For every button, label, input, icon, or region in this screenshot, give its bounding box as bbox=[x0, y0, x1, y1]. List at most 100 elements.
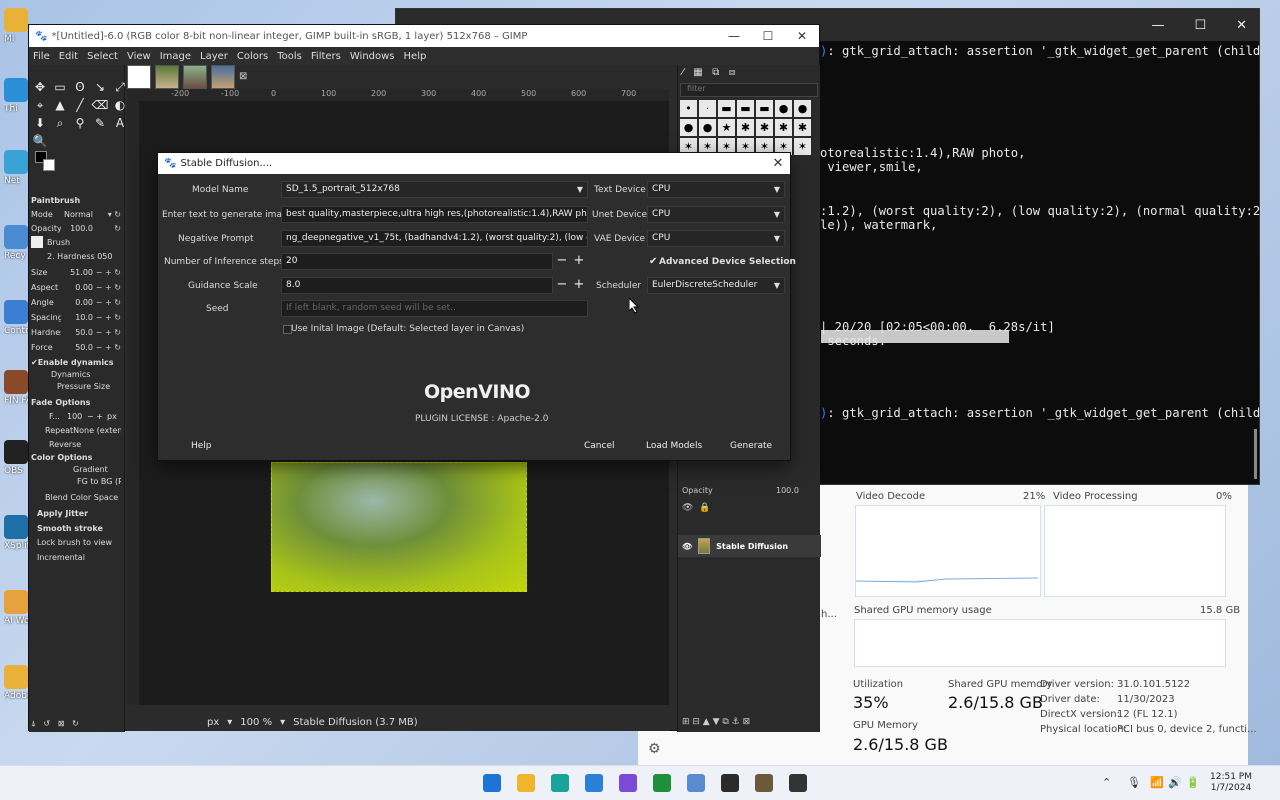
menu-image[interactable]: Image bbox=[160, 51, 191, 62]
taskbar-xbox-icon[interactable] bbox=[653, 774, 671, 792]
fade-length-row[interactable]: F... 100− + px bbox=[31, 409, 121, 423]
maximize-icon[interactable]: ☐ bbox=[1194, 18, 1206, 33]
tool-icon[interactable]: ⬇ bbox=[31, 115, 49, 131]
unet-device-select[interactable]: CPU ▼ bbox=[647, 206, 785, 223]
taskbar-app-purple-icon[interactable] bbox=[619, 774, 637, 792]
incremental-checkbox[interactable]: Incremental bbox=[31, 550, 121, 564]
advanced-check-icon[interactable]: ✔ bbox=[649, 256, 657, 267]
unit-select[interactable]: px bbox=[207, 717, 219, 728]
chevron-up-icon[interactable]: ⌃ bbox=[1102, 776, 1111, 789]
tool-icon[interactable]: ↘ bbox=[91, 79, 109, 95]
menu-tools[interactable]: Tools bbox=[277, 51, 302, 62]
dynamics-value[interactable]: Pressure Size bbox=[31, 379, 121, 393]
blend-color-space[interactable]: Blend Color Space P... bbox=[31, 490, 121, 504]
tool-icon[interactable]: ⌫ bbox=[91, 97, 109, 113]
dock-tabs[interactable]: ⁄ ▦ ⧉ ⧈ bbox=[682, 67, 735, 78]
brush-swatch[interactable]: ● bbox=[699, 119, 716, 136]
clock[interactable]: 12:51 PM 1/7/2024 bbox=[1210, 772, 1252, 794]
smooth-stroke-checkbox[interactable]: Smooth stroke bbox=[31, 521, 121, 535]
tool-icon[interactable]: ▭ bbox=[51, 79, 69, 95]
brush-value[interactable]: 2. Hardness 050 bbox=[31, 249, 121, 263]
menu-layer[interactable]: Layer bbox=[200, 51, 228, 62]
lock-brush-checkbox[interactable]: Lock brush to view bbox=[31, 535, 121, 549]
steps-decrement-button[interactable]: − bbox=[555, 253, 569, 270]
hardness-row[interactable]: Hardness50.0− + ↻ bbox=[31, 325, 121, 339]
brush-swatch[interactable]: ✶ bbox=[794, 138, 811, 155]
taskbar-explorer-icon[interactable] bbox=[517, 774, 535, 792]
visibility-icon[interactable]: 👁 bbox=[682, 542, 692, 551]
zoom-dropdown-icon[interactable]: ▾ bbox=[280, 717, 285, 728]
prompt-input[interactable]: best quality,masterpiece,ultra high res,… bbox=[281, 206, 588, 223]
seed-input[interactable]: If left blank, random seed will be set.. bbox=[281, 300, 588, 317]
gradient-value[interactable]: FG to BG (R bbox=[31, 474, 121, 488]
unit-dropdown-icon[interactable]: ▾ bbox=[227, 717, 232, 728]
image-tab-3[interactable] bbox=[211, 65, 235, 89]
vae-device-select[interactable]: CPU ▼ bbox=[647, 230, 785, 247]
repeat-row[interactable]: RepeatNone (extend bbox=[31, 423, 121, 437]
taskbar-start-icon[interactable] bbox=[483, 774, 501, 792]
layers-opacity-value[interactable]: 100.0 bbox=[776, 486, 799, 495]
steps-increment-button[interactable]: + bbox=[572, 253, 586, 270]
brush-swatch[interactable]: ✱ bbox=[737, 119, 754, 136]
menu-colors[interactable]: Colors bbox=[237, 51, 268, 62]
battery-icon[interactable]: 🔋 bbox=[1186, 776, 1200, 789]
brush-swatch[interactable]: ✱ bbox=[794, 119, 811, 136]
volume-icon[interactable]: 🔊 bbox=[1168, 776, 1182, 789]
brush-swatch[interactable]: ★ bbox=[718, 119, 735, 136]
close-icon[interactable]: ✕ bbox=[766, 156, 790, 171]
menu-filters[interactable]: Filters bbox=[311, 51, 341, 62]
close-tab-icon[interactable]: ⊠ bbox=[239, 65, 251, 89]
canvas-image[interactable] bbox=[271, 462, 527, 592]
taskbar-edge-icon[interactable] bbox=[551, 774, 569, 792]
load-models-button[interactable]: Load Models bbox=[646, 441, 702, 451]
tool-icon[interactable]: ✥ bbox=[31, 79, 49, 95]
brush-swatch[interactable]: ▬ bbox=[718, 100, 735, 117]
advanced-device-selection-label[interactable]: Advanced Device Selection bbox=[659, 257, 796, 267]
gear-icon[interactable]: ⚙ bbox=[648, 741, 661, 757]
steps-input[interactable]: 20 bbox=[281, 253, 553, 270]
brush-filter-input[interactable]: filter bbox=[680, 83, 818, 97]
close-icon[interactable]: ✕ bbox=[1236, 18, 1247, 33]
tool-icon[interactable]: ▲ bbox=[51, 97, 69, 113]
guidance-input[interactable]: 8.0 bbox=[281, 277, 553, 294]
terminal-scrollbar[interactable] bbox=[1254, 429, 1257, 479]
menu-help[interactable]: Help bbox=[404, 51, 427, 62]
text-device-select[interactable]: CPU ▼ bbox=[647, 181, 785, 198]
fade-options-toggle[interactable]: Fade Options bbox=[31, 395, 121, 409]
force-row[interactable]: Force 50.0− + ↻ bbox=[31, 340, 121, 354]
menu-select[interactable]: Select bbox=[87, 51, 118, 62]
aspect-row[interactable]: Aspect ...0.00− + ↻ bbox=[31, 280, 121, 294]
tool-icon[interactable]: ⚲ bbox=[71, 115, 89, 131]
brush-swatch[interactable]: ● bbox=[794, 100, 811, 117]
image-tab-1[interactable] bbox=[155, 65, 179, 89]
image-tab-blank[interactable] bbox=[127, 65, 151, 89]
tool-icon[interactable]: ╱ bbox=[71, 97, 89, 113]
guidance-increment-button[interactable]: + bbox=[572, 277, 586, 294]
layer-lock-icons[interactable]: 👁 🔒 bbox=[682, 503, 710, 513]
taskbar-monitor-icon[interactable] bbox=[687, 774, 705, 792]
spacing-row[interactable]: Spacing 10.0− + ↻ bbox=[31, 310, 121, 324]
negative-prompt-input[interactable]: ng_deepnegative_v1_75t, (badhandv4:1.2),… bbox=[281, 230, 588, 247]
brush-swatch[interactable]: ✱ bbox=[756, 119, 773, 136]
tool-icon[interactable]: ⌖ bbox=[31, 97, 49, 113]
close-icon[interactable]: ✕ bbox=[785, 29, 819, 43]
brush-row[interactable]: Brush bbox=[31, 235, 121, 249]
minimize-icon[interactable]: — bbox=[1151, 18, 1164, 33]
brush-swatch[interactable]: ▬ bbox=[756, 100, 773, 117]
brush-swatch[interactable]: ✱ bbox=[775, 119, 792, 136]
image-tab-2[interactable] bbox=[183, 65, 207, 89]
reverse-checkbox[interactable]: Reverse bbox=[31, 437, 121, 451]
menu-windows[interactable]: Windows bbox=[350, 51, 395, 62]
taskbar-store-icon[interactable] bbox=[585, 774, 603, 792]
mode-row[interactable]: Mode Normal ▾ ↻ bbox=[31, 207, 121, 221]
cancel-button[interactable]: Cancel bbox=[584, 441, 615, 451]
wifi-icon[interactable]: 📶 bbox=[1150, 776, 1164, 789]
minimize-icon[interactable]: — bbox=[717, 29, 751, 43]
tool-icon[interactable]: ⌕ bbox=[51, 115, 69, 131]
size-row[interactable]: Size 51.00− + ↻ bbox=[31, 265, 121, 279]
zoom-select[interactable]: 100 % bbox=[240, 717, 272, 728]
taskbar-terminal-icon[interactable] bbox=[721, 774, 739, 792]
apply-jitter-checkbox[interactable]: Apply Jitter bbox=[31, 506, 121, 520]
menu-edit[interactable]: Edit bbox=[59, 51, 78, 62]
brush-swatch[interactable]: ▬ bbox=[737, 100, 754, 117]
